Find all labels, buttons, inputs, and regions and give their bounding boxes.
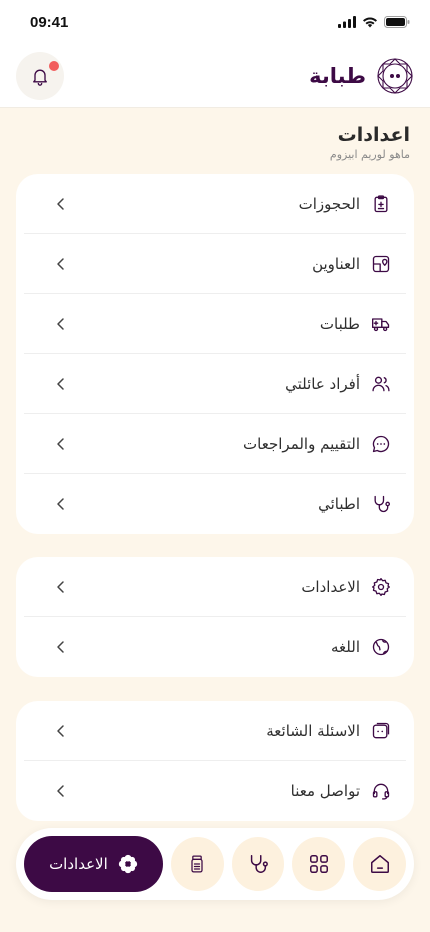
settings-group-support: الاسئلة الشائعة تواصل معنا bbox=[16, 701, 414, 821]
bottom-nav: الاعدادات bbox=[16, 828, 414, 900]
menu-item-my-doctors[interactable]: اطبائي bbox=[24, 474, 406, 534]
chevron-left-icon bbox=[54, 197, 68, 211]
nav-item-settings-active[interactable]: الاعدادات bbox=[24, 836, 163, 892]
chevron-left-icon bbox=[54, 257, 68, 271]
chevron-left-icon bbox=[54, 580, 68, 594]
status-icons bbox=[338, 16, 410, 28]
menu-item-bookings[interactable]: الحجوزات bbox=[24, 174, 406, 234]
users-icon bbox=[370, 373, 392, 395]
page-subtitle: ماهو لوريم ابيزوم bbox=[329, 148, 410, 161]
menu-item-label: اللغه bbox=[331, 638, 360, 656]
faq-icon bbox=[370, 720, 392, 742]
map-pin-icon bbox=[370, 253, 392, 275]
menu-item-label: أفراد عائلتي bbox=[285, 374, 360, 393]
brand: طبابة bbox=[309, 57, 414, 95]
wifi-icon bbox=[363, 17, 377, 28]
bell-icon bbox=[33, 69, 47, 86]
chevron-left-icon bbox=[54, 724, 68, 738]
menu-item-label: التقييم والمراجعات bbox=[243, 434, 360, 453]
status-time: 09:41 bbox=[30, 13, 69, 31]
stethoscope-icon bbox=[250, 855, 268, 873]
menu-item-label: الاسئلة الشائعة bbox=[266, 721, 360, 740]
stethoscope-icon bbox=[370, 493, 392, 515]
notifications-button[interactable] bbox=[16, 51, 64, 100]
medicine-bottle-icon bbox=[191, 855, 203, 873]
menu-item-faq[interactable]: الاسئلة الشائعة bbox=[24, 701, 406, 761]
page-title-block: اعدادات ماهو لوريم ابيزوم bbox=[330, 124, 410, 161]
menu-item-reviews[interactable]: التقييم والمراجعات bbox=[24, 414, 406, 474]
home-icon bbox=[370, 855, 389, 873]
menu-item-label: تواصل معنا bbox=[290, 782, 360, 800]
menu-item-label: العناوين bbox=[312, 254, 360, 273]
chevron-left-icon bbox=[54, 317, 68, 331]
chevron-left-icon bbox=[54, 640, 68, 654]
truck-icon bbox=[370, 313, 392, 335]
brand-name: طبابة bbox=[309, 63, 366, 88]
nav-item-doctors[interactable] bbox=[231, 837, 285, 891]
nav-item-medicine[interactable] bbox=[170, 837, 224, 891]
grid-icon bbox=[309, 855, 328, 873]
settings-group-preferences: الاعدادات اللغه bbox=[16, 557, 414, 677]
page-title: اعدادات bbox=[337, 124, 410, 146]
settings-flower-icon bbox=[118, 854, 137, 874]
menu-item-contact-us[interactable]: تواصل معنا bbox=[24, 761, 406, 821]
menu-item-family-members[interactable]: أفراد عائلتي bbox=[24, 354, 406, 414]
nav-item-home[interactable] bbox=[353, 837, 407, 891]
chevron-left-icon bbox=[54, 437, 68, 451]
app-header: طبابة bbox=[0, 44, 430, 108]
menu-item-addresses[interactable]: العناوين bbox=[24, 234, 406, 294]
notification-badge bbox=[49, 60, 59, 71]
globe-icon bbox=[370, 636, 392, 658]
menu-item-orders[interactable]: طلبات bbox=[24, 294, 406, 354]
nav-active-label: الاعدادات bbox=[49, 855, 108, 873]
gear-icon bbox=[370, 576, 392, 598]
logo-icon bbox=[376, 57, 414, 95]
chevron-left-icon bbox=[54, 377, 68, 391]
clipboard-icon bbox=[370, 193, 392, 215]
menu-item-language[interactable]: اللغه bbox=[24, 617, 406, 677]
status-bar: 09:41 bbox=[0, 0, 430, 44]
signal-icon bbox=[338, 16, 356, 28]
nav-item-categories[interactable] bbox=[292, 837, 346, 891]
headset-icon bbox=[370, 780, 392, 802]
menu-item-label: اطبائي bbox=[318, 495, 360, 513]
settings-group-account: الحجوزات العناوين طلبات أفراد عائلتي الت… bbox=[16, 174, 414, 534]
chat-bubble-icon bbox=[370, 433, 392, 455]
chevron-left-icon bbox=[54, 497, 68, 511]
menu-item-label: الحجوزات bbox=[298, 194, 360, 213]
menu-item-label: طلبات bbox=[319, 314, 360, 333]
menu-item-label: الاعدادات bbox=[301, 577, 360, 596]
battery-icon bbox=[384, 16, 410, 28]
chevron-left-icon bbox=[54, 784, 68, 798]
menu-item-settings[interactable]: الاعدادات bbox=[24, 557, 406, 617]
